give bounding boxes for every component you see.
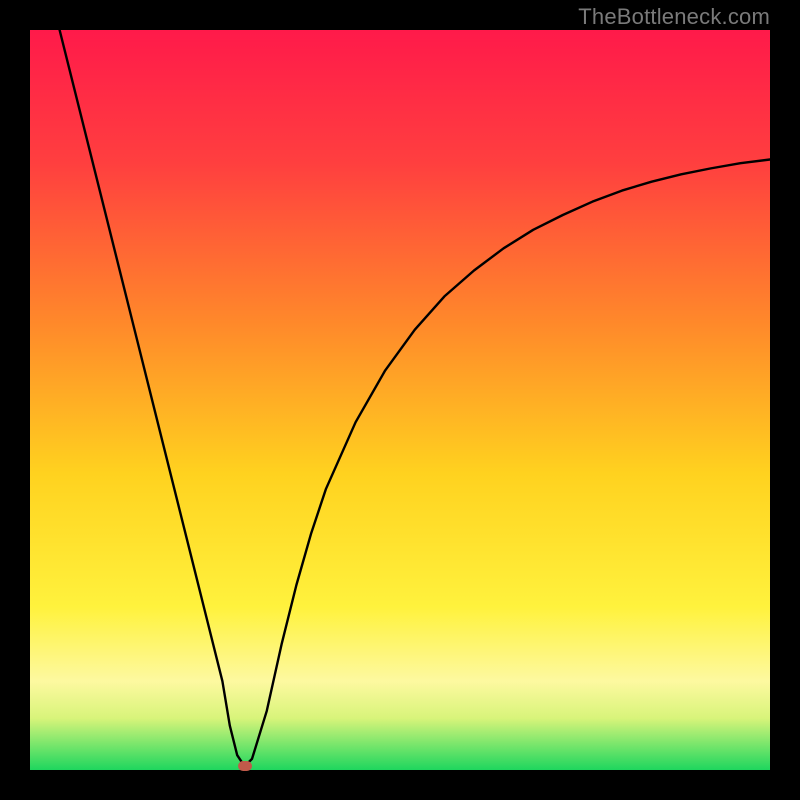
plot-area xyxy=(30,30,770,770)
bottleneck-curve xyxy=(30,30,770,770)
marker-dot xyxy=(238,761,252,771)
chart-stage: TheBottleneck.com xyxy=(0,0,800,800)
watermark-text: TheBottleneck.com xyxy=(578,4,770,30)
